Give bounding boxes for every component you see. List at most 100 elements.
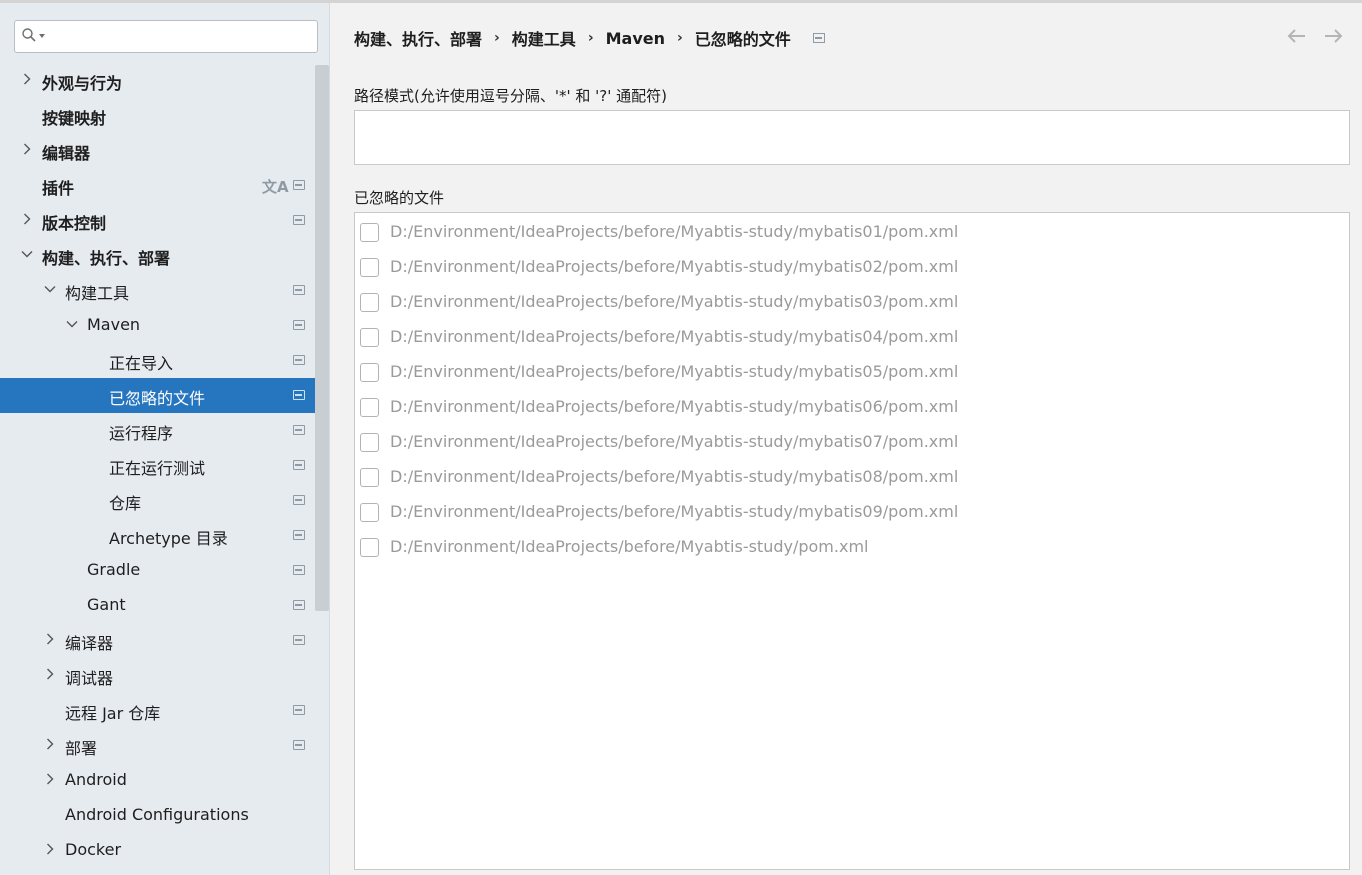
chevron-right-icon[interactable] xyxy=(44,773,56,785)
path-pattern-input[interactable] xyxy=(355,111,1349,164)
sidebar-item-label: 插件 xyxy=(42,179,75,198)
ignored-file-checkbox[interactable] xyxy=(360,258,379,277)
path-pattern-field[interactable] xyxy=(354,110,1350,165)
chevron-down-icon[interactable] xyxy=(44,283,56,295)
ignored-file-row: D:/Environment/IdeaProjects/before/Myabt… xyxy=(355,285,1349,320)
search-options-caret-icon[interactable] xyxy=(39,34,45,38)
breadcrumb-item[interactable]: Maven xyxy=(606,29,665,48)
ignored-file-row: D:/Environment/IdeaProjects/before/Myabt… xyxy=(355,495,1349,530)
sidebar-item-label: 运行程序 xyxy=(109,424,174,443)
ignored-file-checkbox[interactable] xyxy=(360,363,379,382)
sidebar-item[interactable]: 运行程序 xyxy=(0,413,329,448)
ignored-file-row: D:/Environment/IdeaProjects/before/Myabt… xyxy=(355,215,1349,250)
sidebar-item-label: 正在运行测试 xyxy=(109,459,206,478)
ignored-files-label: 已忽略的文件 xyxy=(354,189,445,207)
sidebar-item[interactable]: 构建、执行、部署 xyxy=(0,238,329,273)
ignored-file-checkbox[interactable] xyxy=(360,538,379,557)
breadcrumb-item[interactable]: 构建、执行、部署 xyxy=(354,26,482,50)
ignored-file-path: D:/Environment/IdeaProjects/before/Myabt… xyxy=(390,327,959,346)
search-icon xyxy=(22,28,36,42)
project-level-icon xyxy=(293,740,305,750)
breadcrumb-item[interactable]: 构建工具 xyxy=(512,26,576,50)
sidebar-item[interactable]: Android Configurations xyxy=(0,798,329,833)
chevron-right-icon[interactable] xyxy=(44,633,56,645)
ignored-file-row: D:/Environment/IdeaProjects/before/Myabt… xyxy=(355,530,1349,565)
project-level-icon xyxy=(293,320,305,330)
forward-arrow-icon[interactable] xyxy=(1322,25,1344,47)
sidebar-item-label: 正在导入 xyxy=(109,354,174,373)
ignored-file-row: D:/Environment/IdeaProjects/before/Myabt… xyxy=(355,355,1349,390)
sidebar-item-label: Android Configurations xyxy=(65,805,249,824)
project-level-icon xyxy=(812,33,825,43)
sidebar-item[interactable]: 编译器 xyxy=(0,623,329,658)
chevron-right-icon[interactable] xyxy=(44,668,56,680)
ignored-file-path: D:/Environment/IdeaProjects/before/Myabt… xyxy=(390,537,869,556)
sidebar-item[interactable]: 版本控制 xyxy=(0,203,329,238)
sidebar-item-label: Docker xyxy=(65,840,122,859)
sidebar-item-label: 部署 xyxy=(65,739,98,758)
sidebar-item[interactable]: 远程 Jar 仓库 xyxy=(0,693,329,728)
sidebar-item[interactable]: 正在运行测试 xyxy=(0,448,329,483)
project-level-icon xyxy=(293,530,305,540)
ignored-file-row: D:/Environment/IdeaProjects/before/Myabt… xyxy=(355,250,1349,285)
back-arrow-icon[interactable] xyxy=(1286,25,1308,47)
settings-search-box[interactable] xyxy=(14,20,318,53)
project-level-icon xyxy=(293,460,305,470)
breadcrumb-item: 已忽略的文件 xyxy=(694,30,791,49)
ignored-file-path: D:/Environment/IdeaProjects/before/Myabt… xyxy=(390,362,959,381)
sidebar-item-label: 编译器 xyxy=(65,634,114,653)
chevron-down-icon[interactable] xyxy=(66,318,78,330)
sidebar-item-label: Gradle xyxy=(87,560,141,579)
ignored-file-row: D:/Environment/IdeaProjects/before/Myabt… xyxy=(355,460,1349,495)
sidebar-item[interactable]: Maven xyxy=(0,308,329,343)
sidebar-item[interactable]: 已忽略的文件 xyxy=(0,378,329,413)
sidebar-item-label: Gant xyxy=(87,595,126,614)
project-level-icon xyxy=(293,355,305,365)
project-level-icon xyxy=(293,425,305,435)
navigation-arrows xyxy=(1286,25,1344,47)
settings-tree: 外观与行为 按键映射编辑器插件 文A 版本控制 构建、执行、部署 构建工具 Maven 正在导… xyxy=(0,63,329,868)
ignored-file-checkbox[interactable] xyxy=(360,398,379,417)
sidebar-item-label: 已忽略的文件 xyxy=(109,389,206,408)
settings-sidebar: 外观与行为 按键映射编辑器插件 文A 版本控制 构建、执行、部署 构建工具 Maven 正在导… xyxy=(0,3,330,875)
ignored-file-checkbox[interactable] xyxy=(360,328,379,347)
project-level-icon xyxy=(293,285,305,295)
sidebar-item[interactable]: Archetype 目录 xyxy=(0,518,329,553)
ignored-file-checkbox[interactable] xyxy=(360,503,379,522)
ignored-file-checkbox[interactable] xyxy=(360,293,379,312)
project-level-icon xyxy=(293,600,305,610)
chevron-right-icon[interactable] xyxy=(21,143,33,155)
sidebar-item[interactable]: 构建工具 xyxy=(0,273,329,308)
ignored-file-row: D:/Environment/IdeaProjects/before/Myabt… xyxy=(355,390,1349,425)
sidebar-item[interactable]: Gant xyxy=(0,588,329,623)
ignored-file-checkbox[interactable] xyxy=(360,223,379,242)
ignored-file-checkbox[interactable] xyxy=(360,468,379,487)
ignored-file-checkbox[interactable] xyxy=(360,433,379,452)
chevron-right-icon[interactable] xyxy=(21,73,33,85)
chevron-right-icon[interactable] xyxy=(44,843,56,855)
ignored-file-row: D:/Environment/IdeaProjects/before/Myabt… xyxy=(355,425,1349,460)
sidebar-item[interactable]: 按键映射 xyxy=(0,98,329,133)
chevron-down-icon[interactable] xyxy=(21,248,33,260)
settings-search-input[interactable] xyxy=(49,25,309,49)
sidebar-item-label: 编辑器 xyxy=(42,144,91,163)
sidebar-item[interactable]: Gradle xyxy=(0,553,329,588)
sidebar-item[interactable]: 仓库 xyxy=(0,483,329,518)
project-level-icon xyxy=(293,705,305,715)
breadcrumb-separator-icon: › xyxy=(676,30,683,46)
sidebar-item[interactable]: 插件 文A xyxy=(0,168,329,203)
sidebar-item[interactable]: Docker xyxy=(0,833,329,868)
sidebar-scrollbar[interactable] xyxy=(315,65,329,611)
sidebar-item[interactable]: Android xyxy=(0,763,329,798)
sidebar-item[interactable]: 部署 xyxy=(0,728,329,763)
sidebar-item[interactable]: 外观与行为 xyxy=(0,63,329,98)
project-level-icon xyxy=(293,565,305,575)
ignored-file-path: D:/Environment/IdeaProjects/before/Myabt… xyxy=(390,257,959,276)
project-level-icon xyxy=(293,495,305,505)
sidebar-item[interactable]: 编辑器 xyxy=(0,133,329,168)
chevron-right-icon[interactable] xyxy=(21,213,33,225)
chevron-right-icon[interactable] xyxy=(44,738,56,750)
sidebar-item-label: Maven xyxy=(87,315,141,334)
sidebar-item[interactable]: 调试器 xyxy=(0,658,329,693)
sidebar-item[interactable]: 正在导入 xyxy=(0,343,329,378)
